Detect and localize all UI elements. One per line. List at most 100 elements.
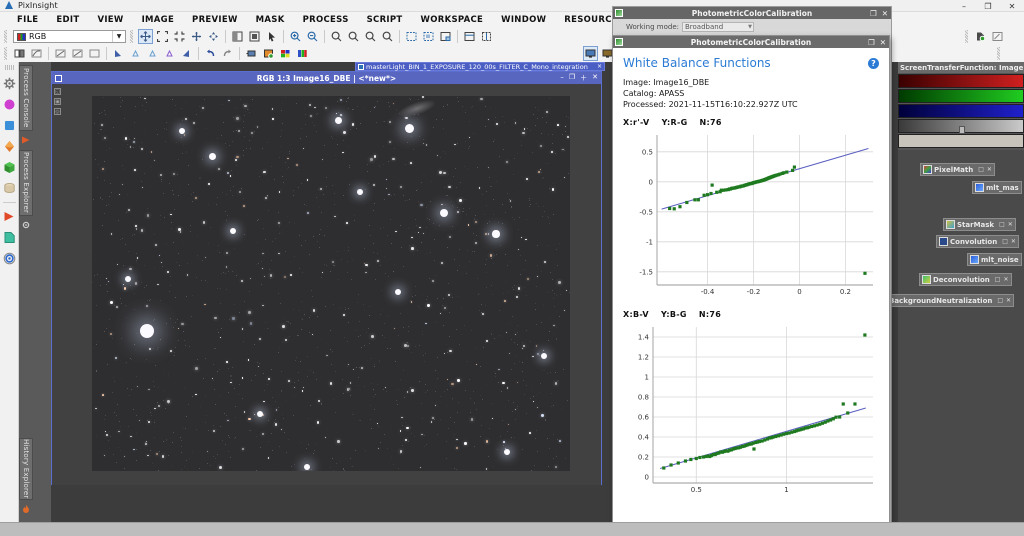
restore-icon[interactable]: □: [995, 276, 1001, 283]
stf-icon[interactable]: [53, 46, 68, 61]
stf-green-channel[interactable]: [898, 89, 1024, 103]
close-button[interactable]: ✕: [1000, 0, 1024, 12]
close-icon[interactable]: ✕: [1003, 276, 1008, 283]
readout-icon[interactable]: [990, 29, 1005, 44]
close-icon[interactable]: ✕: [1008, 221, 1013, 228]
toolbar-grip-icon-2[interactable]: [128, 30, 135, 43]
zoom-shrink-icon[interactable]: [172, 29, 187, 44]
restore-icon[interactable]: □: [1002, 238, 1008, 245]
mask-show-icon[interactable]: [230, 29, 245, 44]
zoom-in-icon[interactable]: [288, 29, 303, 44]
image-maximize-button[interactable]: ＋: [580, 73, 587, 83]
toolbar-grip-icon[interactable]: [2, 30, 9, 43]
process-icon-pixelmath[interactable]: PixelMath □ ✕: [920, 163, 995, 176]
center-icon[interactable]: [206, 29, 221, 44]
zoom-3-icon[interactable]: [363, 29, 378, 44]
plot-2[interactable]: 0.5 1 1.4 1.2 1 0.8 0.6 0.4 0.2 0: [623, 321, 879, 499]
zoom-4-icon[interactable]: [380, 29, 395, 44]
chevron-down-icon[interactable]: ▼: [112, 31, 125, 42]
help-icon[interactable]: ?: [868, 58, 879, 69]
script-icon[interactable]: [261, 46, 276, 61]
stf-auto-icon[interactable]: [70, 46, 85, 61]
restore-icon[interactable]: □: [997, 297, 1003, 304]
close-icon[interactable]: ✕: [880, 38, 886, 47]
stf-luminance-channel[interactable]: [898, 119, 1024, 134]
process-icon-mlt-noise[interactable]: mlt_noise: [967, 253, 1022, 266]
redo-icon[interactable]: [220, 46, 235, 61]
screen-icon[interactable]: [583, 46, 598, 61]
rgb-channels-icon[interactable]: [278, 46, 293, 61]
toolbar2-grip-icon[interactable]: [2, 47, 9, 60]
process-icon-deconvolution[interactable]: Deconvolution □ ✕: [919, 273, 1012, 286]
close-icon[interactable]: ✕: [987, 166, 992, 173]
preview-split-icon[interactable]: [462, 29, 477, 44]
cube-green-icon[interactable]: [2, 160, 17, 175]
workspace-tab-image[interactable]: masterLight_BIN_1_EXPOSURE_120_00s_FILTE…: [355, 62, 605, 71]
circle-magenta-icon[interactable]: [2, 97, 17, 112]
menu-window[interactable]: WINDOW: [492, 12, 555, 28]
undo-icon[interactable]: [203, 46, 218, 61]
process-icon-mlt-mask[interactable]: mlt_mas: [972, 181, 1022, 194]
toolbar-grip-icon-3[interactable]: [963, 30, 970, 43]
chevron-down-icon[interactable]: ▼: [748, 24, 752, 30]
target-blue-icon[interactable]: [2, 251, 17, 266]
curves-icon[interactable]: [29, 46, 44, 61]
statistics-icon[interactable]: [973, 29, 988, 44]
menu-workspace[interactable]: WORKSPACE: [412, 12, 493, 28]
menu-mask[interactable]: MASK: [247, 12, 294, 28]
restore-button[interactable]: ❐: [976, 0, 1000, 12]
stf-reset-icon[interactable]: [87, 46, 102, 61]
duplicate-icon[interactable]: ▣: [54, 98, 61, 105]
working-mode-select[interactable]: Broadband ▼: [682, 22, 754, 32]
image-window-titlebar[interactable]: RGB 1:3 Image16_DBE | <*new*> – ❐ ＋ ✕: [52, 72, 601, 84]
toolbar2-grip-icon-2[interactable]: [995, 47, 1002, 60]
screen-triangle4-icon[interactable]: [162, 46, 177, 61]
preview-anchor-icon[interactable]: [479, 29, 494, 44]
zoom-2-icon[interactable]: [346, 29, 361, 44]
triangle-red-icon[interactable]: [2, 209, 17, 224]
pan-icon[interactable]: [138, 29, 153, 44]
close-icon[interactable]: ×: [597, 63, 602, 70]
preview-edit-icon[interactable]: [421, 29, 436, 44]
menu-view[interactable]: VIEW: [88, 12, 132, 28]
pointer-icon[interactable]: [264, 29, 279, 44]
dock-tab-history-explorer[interactable]: History Explorer: [19, 438, 33, 500]
resize-icon[interactable]: ◱: [54, 88, 61, 95]
menu-preview[interactable]: PREVIEW: [183, 12, 247, 28]
stf-red-channel[interactable]: [898, 74, 1024, 88]
move-icon[interactable]: [189, 29, 204, 44]
restore-icon[interactable]: ❐: [870, 9, 877, 18]
zoom-fit-icon[interactable]: [155, 29, 170, 44]
square-blue-icon[interactable]: [2, 118, 17, 133]
wbf-titlebar[interactable]: PhotometricColorCalibration ❐ ✕: [613, 36, 889, 48]
close-icon[interactable]: ✕: [1006, 297, 1011, 304]
process-icon-background-neutralization[interactable]: BackgroundNeutralization □ ✕: [886, 294, 1015, 307]
console-icon[interactable]: [244, 46, 259, 61]
cylinder-tan-icon[interactable]: [2, 181, 17, 196]
screen-red-icon[interactable]: [111, 46, 126, 61]
zoom-out-icon[interactable]: [305, 29, 320, 44]
dock-tab-process-explorer[interactable]: Process Explorer: [19, 150, 33, 216]
histogram-icon[interactable]: [12, 46, 27, 61]
menu-image[interactable]: IMAGE: [133, 12, 183, 28]
plot-1[interactable]: -0.4 -0.2 0 0.2 0.5 0 -0.5 -1 -1.5: [623, 129, 879, 301]
screen-triangle5-icon[interactable]: [179, 46, 194, 61]
restore-icon[interactable]: ❐: [868, 38, 875, 47]
stf-blue-channel[interactable]: [898, 104, 1024, 118]
star-field-image[interactable]: [92, 96, 570, 471]
menu-process[interactable]: PROCESS: [294, 12, 358, 28]
restore-icon[interactable]: □: [999, 221, 1005, 228]
pcc-dialog-titlebar[interactable]: PhotometricColorCalibration ❐ ✕: [613, 7, 891, 19]
zoom-1-icon[interactable]: [329, 29, 344, 44]
screen-triangle2-icon[interactable]: [128, 46, 143, 61]
rgb-combine-icon[interactable]: [295, 46, 310, 61]
restore-icon[interactable]: □: [978, 166, 984, 173]
image-restore-button[interactable]: ❐: [569, 73, 575, 83]
close-icon[interactable]: ✕: [1011, 238, 1016, 245]
minimize-button[interactable]: –: [952, 0, 976, 12]
preview-undo-icon[interactable]: [438, 29, 453, 44]
process-icon-convolution[interactable]: Convolution □ ✕: [936, 235, 1019, 248]
close-icon[interactable]: ✕: [882, 9, 888, 18]
gear-icon[interactable]: [2, 76, 17, 91]
diamond-orange-icon[interactable]: [2, 139, 17, 154]
